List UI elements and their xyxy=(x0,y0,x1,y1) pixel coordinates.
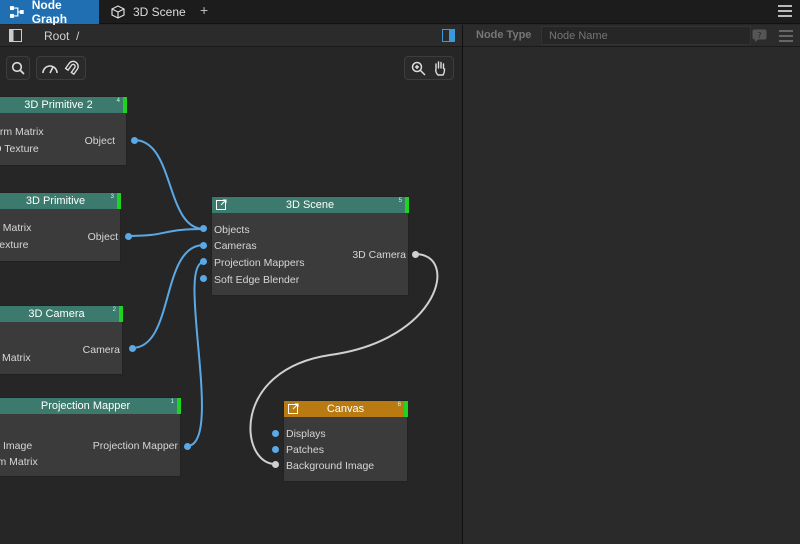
node-index: 1 xyxy=(170,399,174,405)
input-port-label: Matrix xyxy=(2,352,31,364)
node-name-input[interactable] xyxy=(541,26,751,45)
node-projection-mapper[interactable]: Projection Mapper 1 Image rm Matrix Proj… xyxy=(0,397,181,477)
input-port-label: n Matrix xyxy=(0,222,32,234)
node-graph-canvas[interactable]: Root / 3D Primitive 2 4 orm Matrix D Tex… xyxy=(0,25,462,544)
svg-text:?: ? xyxy=(757,31,761,40)
output-port-dot[interactable] xyxy=(412,251,419,258)
node-3d-camera[interactable]: 3D Camera 2 Matrix Camera xyxy=(0,305,123,375)
cube-icon xyxy=(111,5,125,19)
output-port-dot[interactable] xyxy=(131,137,138,144)
tab-bar: Node Graph 3D Scene + xyxy=(0,0,800,26)
properties-panel: Node Type ? xyxy=(463,25,800,544)
output-port-label: Camera xyxy=(82,344,120,356)
input-port-label: rm Matrix xyxy=(0,456,38,468)
input-port-label: Cameras xyxy=(214,240,257,252)
tab-3d-scene[interactable]: 3D Scene xyxy=(111,0,191,24)
output-port-dot[interactable] xyxy=(129,345,136,352)
node-title: 3D Scene xyxy=(212,197,408,213)
input-port-label: Image xyxy=(3,440,33,452)
node-index: 6 xyxy=(397,402,401,408)
tab-3d-scene-label: 3D Scene xyxy=(133,5,186,19)
output-port-label: 3D Camera xyxy=(352,249,406,261)
output-port-label: Projection Mapper xyxy=(92,440,178,452)
input-port-label: orm Matrix xyxy=(0,126,44,138)
node-status-flag xyxy=(404,401,408,417)
new-tab-button[interactable]: + xyxy=(200,2,208,18)
node-status-flag xyxy=(123,97,127,113)
node-status-flag xyxy=(177,398,181,414)
node-title: 3D Primitive 2 xyxy=(0,97,126,113)
input-port-dot[interactable] xyxy=(200,242,207,249)
panel-menu-icon[interactable] xyxy=(779,30,793,42)
node-title: Canvas xyxy=(284,401,407,417)
panel-header: Node Type ? xyxy=(463,25,800,47)
input-port-dot[interactable] xyxy=(200,225,207,232)
input-port-label: Objects xyxy=(214,224,250,236)
node-title: Projection Mapper xyxy=(0,398,180,414)
tab-node-graph[interactable]: Node Graph xyxy=(0,0,99,26)
help-icon[interactable]: ? xyxy=(752,29,767,42)
wire-primitive-objects xyxy=(127,228,205,237)
node-index: 2 xyxy=(112,307,116,313)
output-port-label: Object xyxy=(84,135,115,147)
input-port-label: Patches xyxy=(286,444,324,456)
node-index: 4 xyxy=(116,98,120,104)
tabbar-menu-icon[interactable] xyxy=(778,5,792,17)
node-3d-primitive-2[interactable]: 3D Primitive 2 4 orm Matrix D Texture Ob… xyxy=(0,96,127,166)
input-port-label: Background Image xyxy=(286,460,375,472)
node-3d-scene[interactable]: 3D Scene 5 Objects Cameras Projection Ma… xyxy=(211,196,409,296)
input-port-dot[interactable] xyxy=(200,275,207,282)
output-port-dot[interactable] xyxy=(125,233,132,240)
node-status-flag xyxy=(405,197,409,213)
input-port-dot[interactable] xyxy=(272,446,279,453)
node-index: 3 xyxy=(110,194,114,200)
node-3d-primitive[interactable]: 3D Primitive 3 n Matrix Texture Object xyxy=(0,192,121,262)
node-status-flag xyxy=(117,193,121,209)
node-title: 3D Camera xyxy=(0,306,122,322)
wire-primitive2-objects xyxy=(133,139,205,230)
node-status-flag xyxy=(119,306,123,322)
wire-camera-cameras xyxy=(131,244,205,349)
node-canvas[interactable]: Canvas 6 Displays Patches Background Ima… xyxy=(283,400,408,482)
node-title: 3D Primitive xyxy=(0,193,120,209)
node-index: 5 xyxy=(398,198,402,204)
output-port-dot[interactable] xyxy=(184,443,191,450)
output-port-label: Object xyxy=(87,231,118,243)
tab-node-graph-label: Node Graph xyxy=(31,0,68,26)
input-port-dot[interactable] xyxy=(272,430,279,437)
wire-projection-mappers xyxy=(186,261,205,447)
input-port-label: Displays xyxy=(286,428,326,440)
input-port-label: D Texture xyxy=(0,143,39,155)
node-graph-icon xyxy=(10,6,24,18)
input-port-label: Soft Edge Blender xyxy=(214,274,300,286)
input-port-label: Texture xyxy=(0,239,29,251)
input-port-dot[interactable] xyxy=(272,461,279,468)
input-port-label: Projection Mappers xyxy=(214,257,305,269)
open-subgraph-icon[interactable] xyxy=(216,199,227,210)
node-type-label: Node Type xyxy=(476,29,532,41)
open-subgraph-icon[interactable] xyxy=(288,403,299,414)
input-port-dot[interactable] xyxy=(200,258,207,265)
